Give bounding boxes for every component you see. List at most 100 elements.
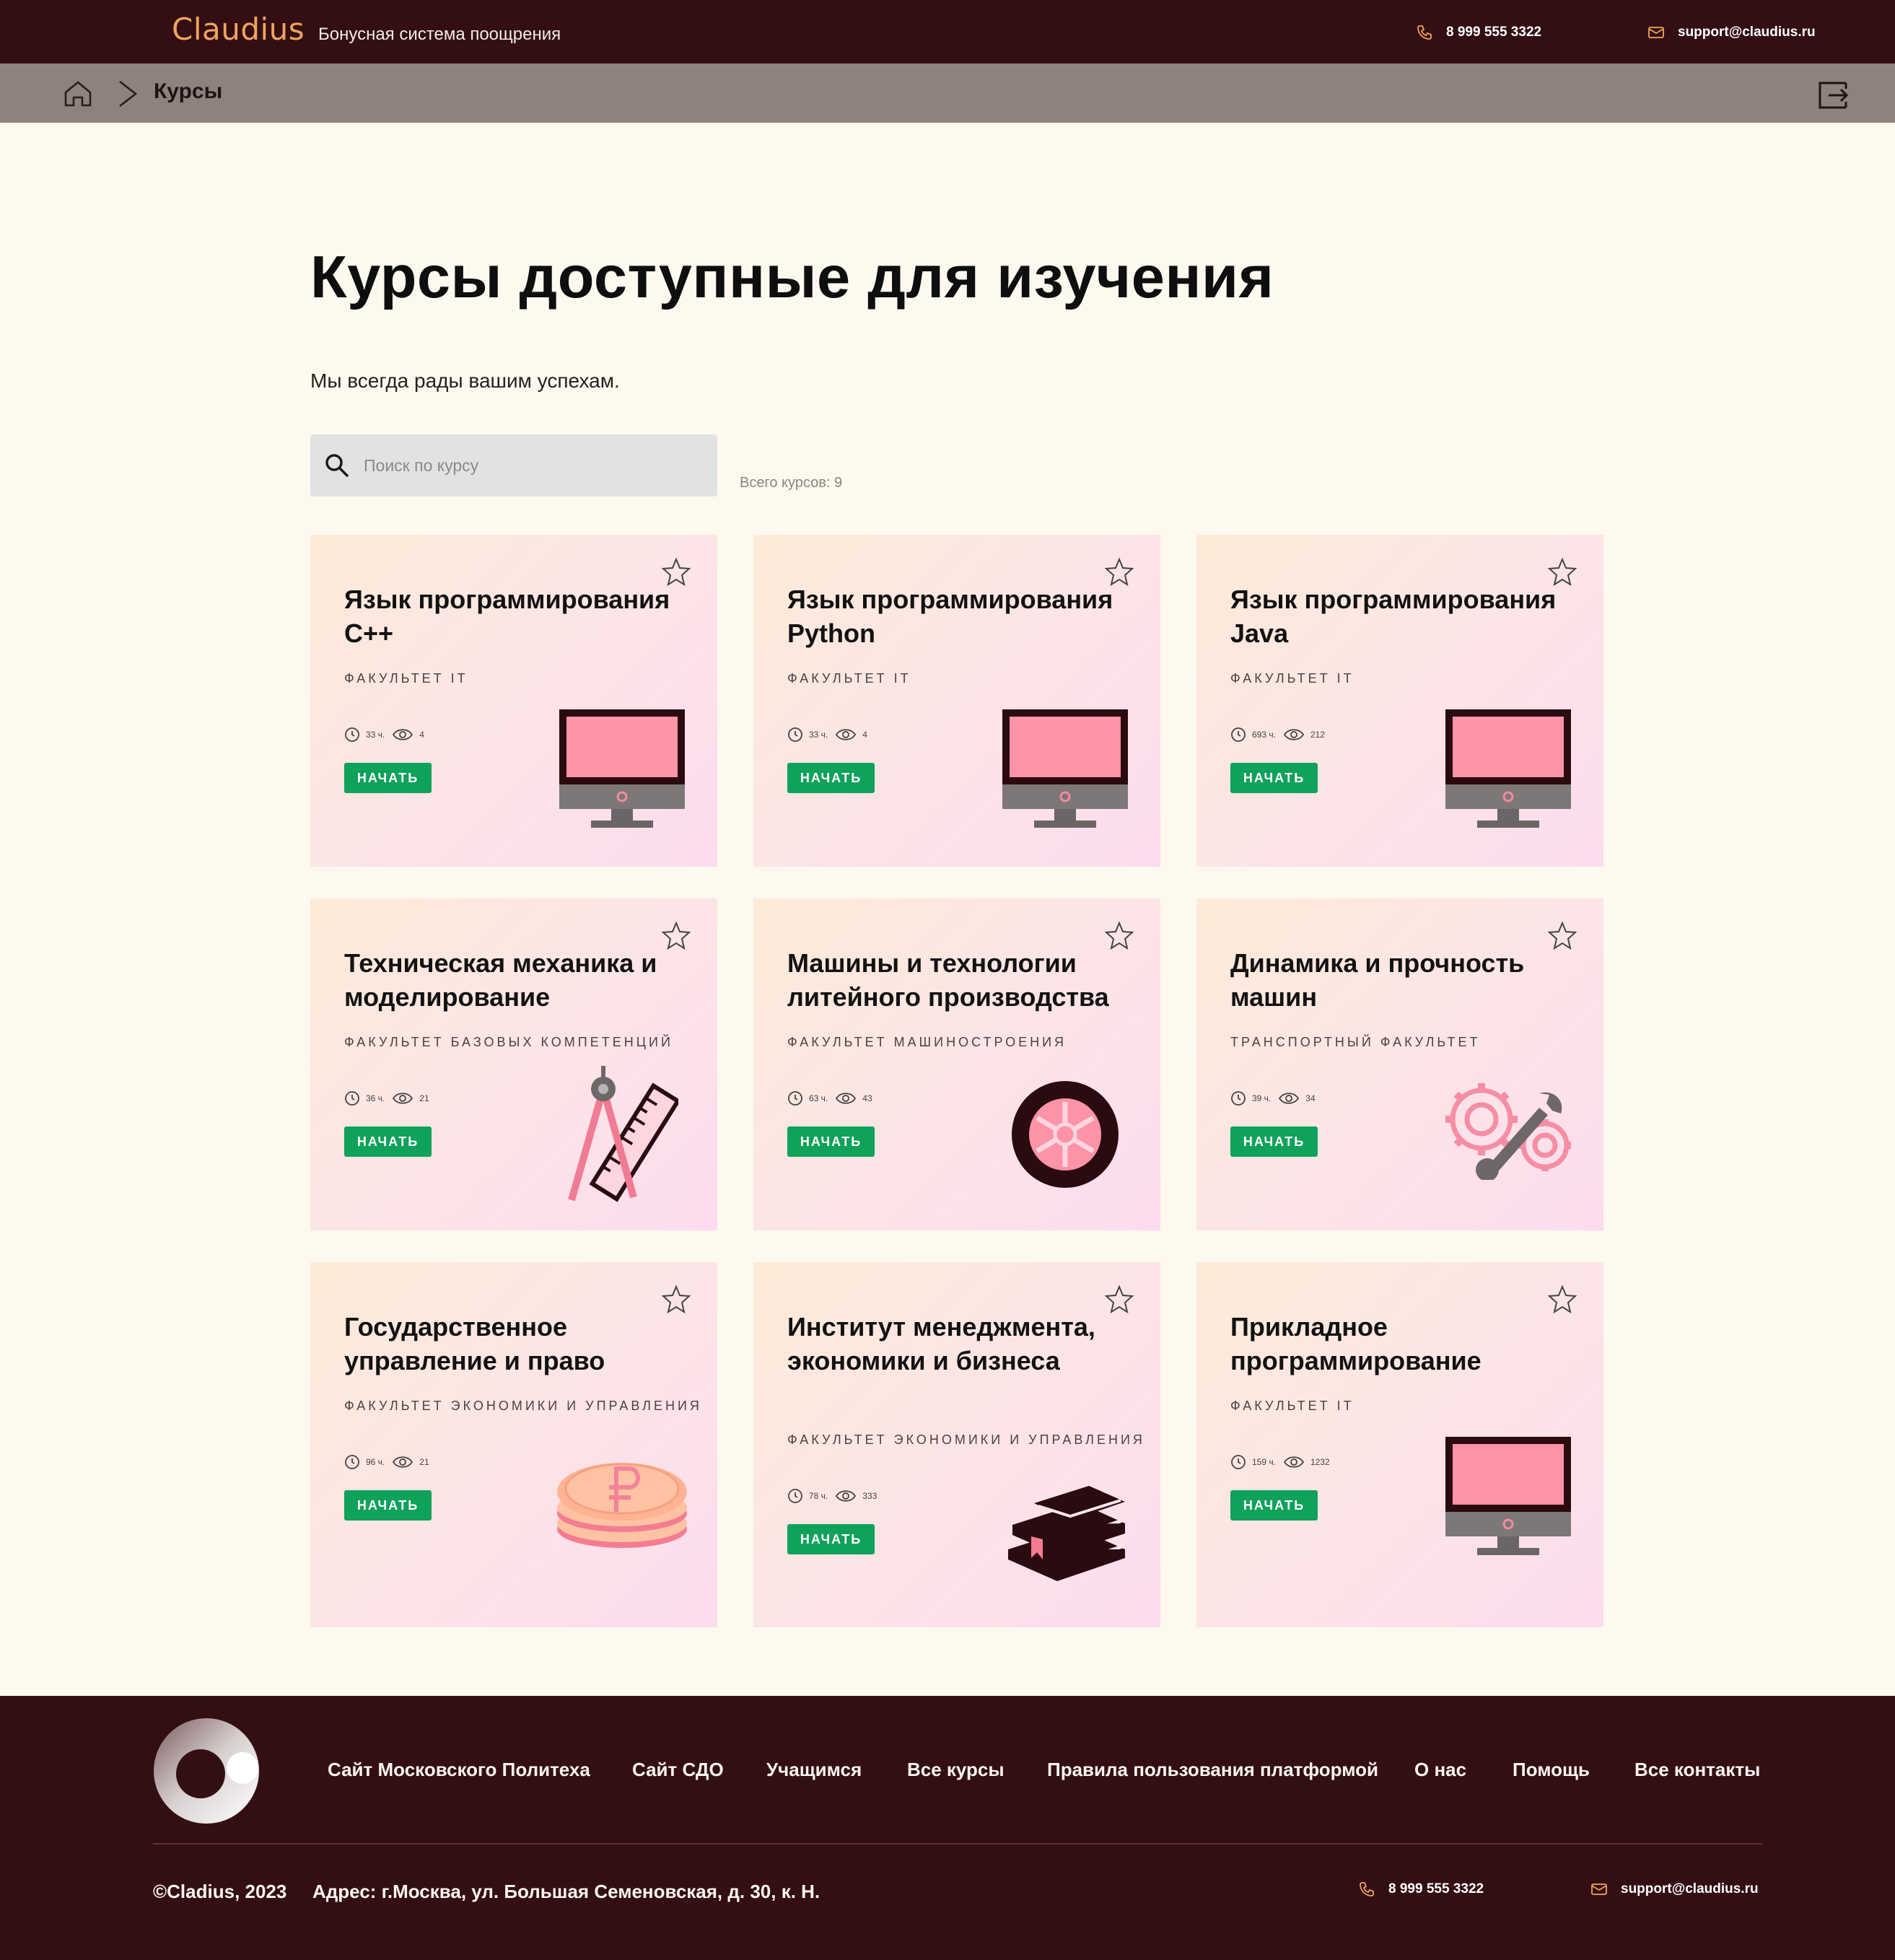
eye-icon <box>393 1456 413 1468</box>
header-phone-text: 8 999 555 3322 <box>1446 25 1542 40</box>
clock-icon <box>1231 1091 1246 1106</box>
mail-icon <box>1591 1884 1607 1895</box>
eye-icon <box>393 1093 413 1104</box>
page-title: Курсы доступные для изучения <box>310 243 1274 310</box>
course-card[interactable]: Прикладное программирование ФАКУЛЬТЕТ IT… <box>1196 1262 1603 1627</box>
eye-icon <box>1283 729 1305 740</box>
wheel-icon <box>1012 1081 1119 1188</box>
course-views: 34 <box>1305 1093 1316 1103</box>
gears-wrench-icon <box>1445 1083 1571 1180</box>
start-course-button[interactable]: НАЧАТЬ <box>787 763 875 793</box>
course-views: 21 <box>419 1457 429 1467</box>
home-icon[interactable] <box>62 78 94 110</box>
course-faculty: ФАКУЛЬТЕТ IT <box>1230 671 1354 686</box>
course-card[interactable]: Техническая механика и моделирование ФАК… <box>310 898 717 1230</box>
footer-link[interactable]: Правила пользования платформой <box>1047 1759 1378 1781</box>
course-views: 4 <box>419 730 424 740</box>
course-card[interactable]: Язык программирования Java ФАКУЛЬТЕТ IT … <box>1196 535 1603 867</box>
footer-link[interactable]: О нас <box>1414 1759 1466 1781</box>
course-faculty: ФАКУЛЬТЕТ IT <box>787 671 911 686</box>
course-title: Динамика и прочность машин <box>1230 948 1525 1012</box>
eye-icon <box>1283 1456 1305 1468</box>
header-email-link[interactable]: support@claudius.ru <box>1647 22 1816 43</box>
course-card[interactable]: Язык программирования C++ ФАКУЛЬТЕТ IT 3… <box>310 535 717 867</box>
breadcrumb-current: Курсы <box>154 79 223 103</box>
clock-icon <box>788 1489 802 1503</box>
course-card[interactable]: Институт менеджмента, экономики и бизнес… <box>753 1262 1160 1627</box>
course-search <box>310 434 717 496</box>
footer-link[interactable]: Помощь <box>1513 1759 1590 1781</box>
course-hours: 33 ч. <box>366 730 385 740</box>
logo[interactable]: Claudius <box>172 12 305 47</box>
course-hours: 33 ч. <box>809 730 828 740</box>
page-subtitle: Мы всегда рады вашим успехам. <box>310 369 620 392</box>
course-card[interactable]: Язык программирования Python ФАКУЛЬТЕТ I… <box>753 535 1160 867</box>
start-course-button[interactable]: НАЧАТЬ <box>787 1524 875 1554</box>
chevron-right-icon <box>119 80 138 108</box>
footer-phone-link[interactable]: 8 999 555 3322 <box>1358 1881 1484 1898</box>
footer-link[interactable]: Все контакты <box>1634 1759 1760 1781</box>
books-icon <box>1008 1486 1125 1581</box>
breadcrumb: Курсы <box>0 64 1895 123</box>
start-course-button[interactable]: НАЧАТЬ <box>344 1126 432 1157</box>
course-meta: 96 ч. 21 <box>344 1454 429 1470</box>
course-meta: 36 ч. 21 <box>344 1090 429 1106</box>
course-views: 1232 <box>1310 1457 1330 1467</box>
search-input[interactable] <box>364 434 703 496</box>
course-faculty: ТРАНСПОРТНЫЙ ФАКУЛЬТЕТ <box>1230 1035 1481 1049</box>
course-faculty: ФАКУЛЬТЕТ МАШИНОСТРОЕНИЯ <box>787 1035 1067 1049</box>
eye-icon <box>836 729 857 740</box>
course-hours: 96 ч. <box>366 1457 385 1467</box>
eye-icon <box>836 1490 857 1502</box>
course-faculty: ФАКУЛЬТЕТ IT <box>1230 1399 1354 1413</box>
clock-icon <box>788 1091 802 1106</box>
footer: Сайт Московского Политеха Сайт СДО Учащи… <box>0 1696 1895 1960</box>
start-course-button[interactable]: НАЧАТЬ <box>1230 1490 1318 1521</box>
eye-icon <box>836 1093 857 1104</box>
course-hours: 78 ч. <box>809 1491 828 1501</box>
course-faculty: ФАКУЛЬТЕТ IT <box>344 671 468 686</box>
course-title: Прикладное программирование <box>1230 1312 1482 1375</box>
mail-icon <box>1648 27 1664 38</box>
footer-email-link[interactable]: support@claudius.ru <box>1590 1881 1759 1898</box>
course-card[interactable]: Государственное управление и право ФАКУЛ… <box>310 1262 717 1627</box>
header-phone-link[interactable]: 8 999 555 3322 <box>1416 22 1541 43</box>
footer-link[interactable]: Учащимся <box>766 1759 862 1781</box>
footer-divider <box>153 1843 1762 1845</box>
course-meta: 33 ч. 4 <box>344 727 424 743</box>
course-title: Государственное управление и право <box>344 1312 605 1375</box>
logout-icon[interactable] <box>1817 80 1849 110</box>
footer-copyright: ©Cladius, 2023 <box>153 1881 287 1902</box>
start-course-button[interactable]: НАЧАТЬ <box>344 763 432 793</box>
footer-link[interactable]: Сайт Московского Политеха <box>328 1759 590 1781</box>
course-title: Язык программирования Java <box>1230 585 1557 648</box>
course-meta: 63 ч. 43 <box>787 1090 872 1106</box>
course-faculty: ФАКУЛЬТЕТ БАЗОВЫХ КОМПЕТЕНЦИЙ <box>344 1035 673 1049</box>
course-hours: 693 ч. <box>1252 730 1276 740</box>
course-title: Техническая механика и моделирование <box>344 948 657 1012</box>
monitor-icon <box>1445 709 1571 828</box>
course-title: Язык программирования Python <box>787 585 1113 648</box>
phone-icon <box>1417 25 1432 40</box>
header-email-text: support@claudius.ru <box>1678 25 1816 40</box>
footer-logo[interactable] <box>153 1718 260 1824</box>
start-course-button[interactable]: НАЧАТЬ <box>1230 1126 1318 1157</box>
start-course-button[interactable]: НАЧАТЬ <box>344 1490 432 1521</box>
clock-icon <box>1231 1455 1246 1469</box>
clock-icon <box>345 727 359 742</box>
course-hours: 63 ч. <box>809 1093 828 1103</box>
start-course-button[interactable]: НАЧАТЬ <box>787 1126 875 1157</box>
footer-link[interactable]: Все курсы <box>907 1759 1005 1781</box>
search-icon <box>325 454 349 477</box>
course-card[interactable]: Динамика и прочность машин ТРАНСПОРТНЫЙ … <box>1196 898 1603 1230</box>
course-title: Язык программирования C++ <box>344 585 670 648</box>
start-course-button[interactable]: НАЧАТЬ <box>1230 763 1318 793</box>
eye-icon <box>1279 1093 1300 1104</box>
course-title: Машины и технологии литейного производст… <box>787 948 1109 1012</box>
course-faculty: ФАКУЛЬТЕТ ЭКОНОМИКИ И УПРАВЛЕНИЯ <box>344 1399 702 1413</box>
footer-address: Адрес: г.Москва, ул. Большая Семеновская… <box>312 1881 820 1902</box>
course-card[interactable]: Машины и технологии литейного производст… <box>753 898 1160 1230</box>
monitor-icon <box>1002 709 1128 828</box>
footer-link[interactable]: Сайт СДО <box>632 1759 724 1781</box>
course-faculty: ФАКУЛЬТЕТ ЭКОНОМИКИ И УПРАВЛЕНИЯ <box>787 1432 1145 1447</box>
